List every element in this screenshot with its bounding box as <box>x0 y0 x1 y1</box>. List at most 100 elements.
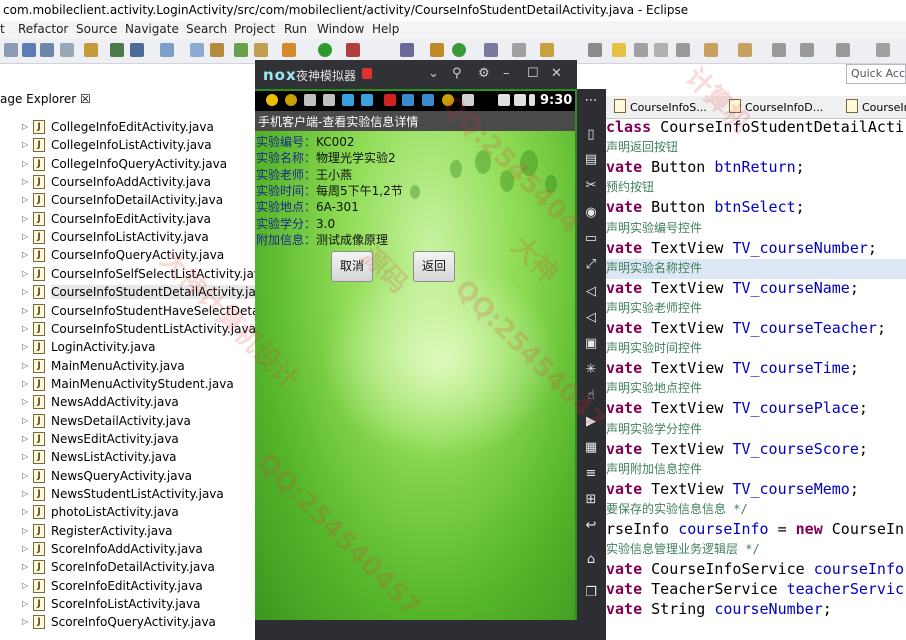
highlight-icon[interactable] <box>612 43 626 57</box>
chevron-right-icon[interactable]: ▷ <box>22 434 28 443</box>
run-icon[interactable] <box>318 43 332 57</box>
home-icon[interactable]: ⌂ <box>583 552 599 568</box>
keyboard-icon[interactable]: ▤ <box>583 152 599 168</box>
checkbox-icon[interactable] <box>160 43 174 57</box>
search-icon[interactable] <box>512 43 526 57</box>
scissors-icon[interactable]: ✂ <box>583 178 599 194</box>
install-apk-icon[interactable]: ▣ <box>583 336 599 352</box>
chevron-right-icon[interactable]: ▷ <box>22 471 28 480</box>
gear-icon[interactable]: ⚙ <box>478 66 490 81</box>
multi-window-icon[interactable]: ▦ <box>583 440 599 456</box>
close-icon[interactable]: ✕ <box>551 66 562 81</box>
chevron-right-icon[interactable]: ▷ <box>22 379 28 388</box>
chevron-right-icon[interactable]: ▷ <box>22 507 28 516</box>
package-explorer-tab[interactable]: age Explorer ☒ <box>0 92 91 106</box>
prev-annotation-icon[interactable] <box>738 43 752 57</box>
editor-tab-2[interactable]: CourseInfoD... <box>729 99 823 114</box>
menu-help[interactable]: Help <box>372 22 399 36</box>
toggle-mark-icon[interactable] <box>588 43 602 57</box>
location-icon[interactable]: ◉ <box>583 205 599 221</box>
menu-search[interactable]: Search <box>186 22 227 36</box>
chevron-right-icon[interactable]: ▷ <box>22 544 28 553</box>
screen-icon[interactable]: ▭ <box>583 231 599 247</box>
back-button[interactable]: 返回 <box>413 251 455 282</box>
last-edit-icon[interactable] <box>772 43 786 57</box>
open-type-icon[interactable] <box>84 43 98 57</box>
back-nav-icon[interactable]: ↩ <box>583 518 599 534</box>
chevron-right-icon[interactable]: ▷ <box>22 232 28 241</box>
chevron-right-icon[interactable]: ▷ <box>22 324 28 333</box>
pin-icon[interactable]: ⚲ <box>452 66 462 81</box>
editor-tab-3[interactable]: CourseInfo <box>846 99 906 114</box>
lint-icon[interactable] <box>210 43 224 57</box>
new-class-icon[interactable] <box>452 43 466 57</box>
new-package-icon[interactable] <box>430 43 444 57</box>
volume-up-icon[interactable]: ◁ <box>583 284 599 300</box>
next-annotation-icon[interactable] <box>704 43 718 57</box>
more-icon[interactable]: ⋯ <box>583 93 599 109</box>
loading-icon[interactable]: ✳ <box>583 362 599 378</box>
back-icon[interactable] <box>800 43 814 57</box>
paragraph-icon[interactable] <box>676 43 690 57</box>
chevron-right-icon[interactable]: ▷ <box>22 159 28 168</box>
new-icon[interactable] <box>4 43 18 57</box>
download-icon[interactable] <box>110 43 124 57</box>
show-whitespace-icon[interactable] <box>654 43 668 57</box>
menu-run[interactable]: Run <box>284 22 307 36</box>
quick-access-input[interactable]: Quick Access <box>846 64 906 84</box>
android-wizard-icon[interactable] <box>190 43 204 57</box>
fullscreen-icon[interactable]: ⤢ <box>583 257 599 273</box>
chevron-right-icon[interactable]: ▷ <box>22 214 28 223</box>
chevron-right-icon[interactable]: ▷ <box>22 562 28 571</box>
menu-icon[interactable]: ≡ <box>583 466 599 482</box>
chevron-right-icon[interactable]: ▷ <box>22 306 28 315</box>
maximize-icon[interactable]: ☐ <box>527 66 539 81</box>
debug-icon[interactable] <box>282 43 296 57</box>
chevron-right-icon[interactable]: ▷ <box>22 122 28 131</box>
menu-project[interactable]: Project <box>234 22 275 36</box>
chevron-right-icon[interactable]: ▷ <box>22 452 28 461</box>
perspective-icon[interactable] <box>876 43 890 57</box>
chevron-right-icon[interactable]: ▷ <box>22 526 28 535</box>
menu-window[interactable]: Window <box>317 22 364 36</box>
chevron-right-icon[interactable]: ▷ <box>22 269 28 278</box>
chevron-right-icon[interactable]: ▷ <box>22 287 28 296</box>
chevron-right-icon[interactable]: ▷ <box>22 416 28 425</box>
menu-refactor[interactable]: Refactor <box>18 22 68 36</box>
shake-icon[interactable]: ▯ <box>583 127 599 143</box>
multi-touch-icon[interactable]: ☝ <box>583 388 599 404</box>
chevron-right-icon[interactable]: ▷ <box>22 342 28 351</box>
external-tools-icon[interactable] <box>346 43 360 57</box>
chevron-right-icon[interactable]: ▷ <box>22 361 28 370</box>
alert-icon[interactable] <box>362 68 372 79</box>
chevron-right-icon[interactable]: ▷ <box>22 177 28 186</box>
chevron-right-icon[interactable]: ▷ <box>22 397 28 406</box>
menu-navigate[interactable]: Navigate <box>125 22 179 36</box>
chevron-right-icon[interactable]: ▷ <box>22 581 28 590</box>
block-select-icon[interactable] <box>634 43 648 57</box>
menu-file[interactable]: t <box>0 22 5 36</box>
recent-apps-icon[interactable]: ❐ <box>583 585 599 601</box>
sdk-manager-icon[interactable] <box>130 43 144 57</box>
layout-icon[interactable] <box>234 43 248 57</box>
volume-down-icon[interactable]: ◁ <box>583 310 599 326</box>
chevron-down-icon[interactable]: ⌄ <box>428 66 439 81</box>
chevron-right-icon[interactable]: ▷ <box>22 489 28 498</box>
cancel-button[interactable]: 取消 <box>331 251 373 282</box>
save-icon[interactable] <box>22 43 36 57</box>
chevron-right-icon[interactable]: ▷ <box>22 250 28 259</box>
refresh-icon[interactable] <box>254 43 268 57</box>
chevron-right-icon[interactable]: ▷ <box>22 195 28 204</box>
video-icon[interactable]: ▶ <box>583 414 599 430</box>
save-all-icon[interactable] <box>40 43 54 57</box>
add-icon[interactable]: ⊞ <box>583 492 599 508</box>
chevron-right-icon[interactable]: ▷ <box>22 140 28 149</box>
minimize-icon[interactable]: – <box>503 66 510 81</box>
open-task-icon[interactable] <box>484 43 498 57</box>
editor-tab-1[interactable]: CourseInfoS... <box>614 99 707 114</box>
pin-icon[interactable] <box>400 43 414 57</box>
edit-icon[interactable] <box>540 43 554 57</box>
forward-icon[interactable] <box>836 43 850 57</box>
chevron-right-icon[interactable]: ▷ <box>22 599 28 608</box>
print-icon[interactable] <box>60 43 74 57</box>
